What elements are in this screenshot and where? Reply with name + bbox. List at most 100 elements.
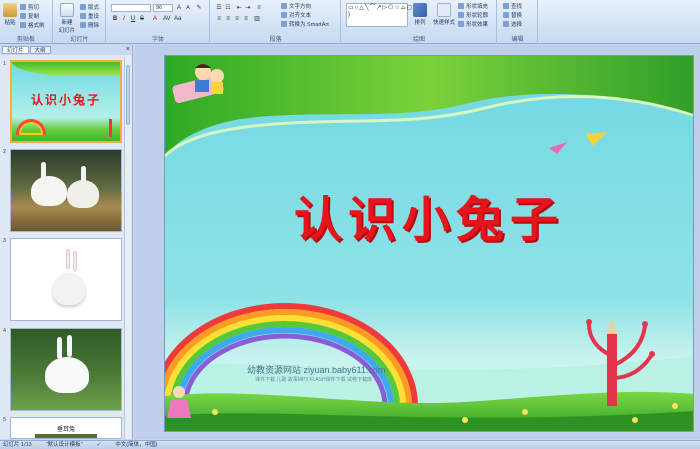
close-pane-icon[interactable]: × <box>126 46 130 54</box>
tab-outline[interactable]: 大纲 <box>29 46 51 54</box>
replace-button[interactable]: 替换 <box>503 11 522 19</box>
align-text-icon <box>281 12 287 18</box>
convert-smartart-button[interactable]: 转换为 SmartArt <box>281 20 329 28</box>
rabbit-shape <box>53 273 85 305</box>
text-direction-button[interactable]: 文字方向 <box>281 2 311 10</box>
ribbon: 粘贴 剪切 复制 格式刷 剪贴板 新建 幻灯片 版式 重设 删除 幻灯片 96 … <box>0 0 700 44</box>
font-group: 96 A A ✎ B I U S A AV Aa 字体 <box>107 0 210 44</box>
kid-head <box>210 69 224 83</box>
quick-styles-button[interactable]: 快速样式 <box>432 3 456 26</box>
find-button[interactable]: 查找 <box>503 2 522 10</box>
slides-scrollbar[interactable] <box>124 57 131 439</box>
change-case-button[interactable]: Aa <box>173 15 181 23</box>
slide-number: 4 <box>3 328 7 334</box>
editing-group: 查找 替换 选择 编辑 <box>498 0 538 44</box>
brush-icon <box>20 22 26 28</box>
format-painter-button[interactable]: 格式刷 <box>20 21 45 29</box>
line-spacing-button[interactable]: ≡ <box>255 4 263 12</box>
rabbit-ear <box>57 337 62 359</box>
watermark-sub: 课件下载 儿歌 故事MP3 FLASH课件下载 试卷下载库 <box>255 377 372 383</box>
rabbit-ear <box>41 162 46 180</box>
tab-slides[interactable]: 幻灯片 <box>2 46 29 54</box>
align-text-button[interactable]: 对齐文本 <box>281 11 311 19</box>
slide-canvas[interactable]: 认识小兔子 幼教资源网站 ziyuan.baby611.com 课件下载 儿歌 … <box>164 55 694 432</box>
arrange-button[interactable]: 排列 <box>412 3 428 26</box>
quick-styles-icon <box>437 3 451 17</box>
slide-thumbnail-3[interactable] <box>10 238 122 321</box>
columns-button[interactable]: ▥ <box>253 15 261 23</box>
paragraph-group-label: 段落 <box>269 37 282 43</box>
clipboard-group: 粘贴 剪切 复制 格式刷 剪贴板 <box>0 0 53 44</box>
scissors-icon <box>20 4 26 10</box>
thumb5-photo <box>35 434 97 438</box>
slide-thumbnail-2[interactable] <box>10 149 122 232</box>
replace-icon <box>503 12 509 18</box>
align-center-button[interactable]: ≡ <box>224 15 232 23</box>
font-color-button[interactable]: A <box>151 15 159 23</box>
slide-thumbnail-5[interactable]: 垂耳兔 <box>10 417 122 439</box>
editing-group-label: 编辑 <box>511 37 524 43</box>
font-group-label: 字体 <box>151 37 164 43</box>
decrease-indent-button[interactable]: ⇤ <box>235 4 243 12</box>
italic-button[interactable]: I <box>120 15 128 23</box>
reset-button[interactable]: 重设 <box>80 12 99 20</box>
spelling-icon[interactable]: ✓ <box>97 441 102 449</box>
rabbit-ear <box>81 166 86 184</box>
rabbit-ear <box>66 249 70 269</box>
justify-button[interactable]: ≡ <box>242 15 250 23</box>
underline-button[interactable]: U <box>129 15 137 23</box>
shape-outline-button[interactable]: 形状轮廓 <box>458 11 488 19</box>
slide-thumbnail-1[interactable]: 认识小兔子 <box>10 60 122 143</box>
bullets-button[interactable]: ☰ <box>215 4 223 12</box>
paragraph-group: ☰ ☷ ⇤ ⇥ ≡ ≡ ≡ ≡ ≡ ▥ 文字方向 对齐文本 转换为 SmartA… <box>211 0 341 44</box>
slide-number: 1 <box>3 61 7 67</box>
shape-effects-button[interactable]: 形状效果 <box>458 20 488 28</box>
shapes-gallery[interactable]: ▭○△╲⌒↗▷⬠☆⌓▢⬭{ } <box>346 3 421 27</box>
slides-group-label: 幻灯片 <box>70 37 89 43</box>
slides-group: 新建 幻灯片 版式 重设 删除 幻灯片 <box>54 0 106 44</box>
pen-icon <box>458 12 464 18</box>
layout-button[interactable]: 版式 <box>80 3 99 11</box>
new-slide-button[interactable]: 新建 幻灯片 <box>57 3 77 34</box>
new-slide-icon <box>60 3 74 17</box>
text-direction-icon <box>281 3 287 9</box>
char-spacing-button[interactable]: AV <box>162 15 171 23</box>
align-left-button[interactable]: ≡ <box>215 15 223 23</box>
language[interactable]: 中文(简体，中国) <box>115 441 157 449</box>
select-button[interactable]: 选择 <box>503 20 522 28</box>
girl-dress <box>167 399 191 418</box>
paint-bucket-icon <box>458 3 464 9</box>
thumb5-caption: 垂耳兔 <box>56 427 75 433</box>
shape-fill-button[interactable]: 形状填充 <box>458 2 488 10</box>
font-name-combo[interactable] <box>111 4 151 12</box>
align-right-button[interactable]: ≡ <box>233 15 241 23</box>
strike-button[interactable]: S <box>138 15 146 23</box>
bold-button[interactable]: B <box>111 15 119 23</box>
cut-button[interactable]: 剪切 <box>20 3 39 11</box>
girl-head <box>173 386 185 398</box>
thumb-title: 认识小兔子 <box>30 93 101 107</box>
rabbit-ear <box>67 335 72 357</box>
rabbit-shape <box>31 176 67 206</box>
scrollbar-thumb[interactable] <box>126 65 130 125</box>
slide-title[interactable]: 认识小兔子 <box>165 180 693 250</box>
status-bar: 幻灯片 1/13 "默认设计模板" ✓ 中文(简体，中国) <box>0 440 700 449</box>
slide-editor: 认识小兔子 幼教资源网站 ziyuan.baby611.com 课件下载 儿歌 … <box>135 45 700 439</box>
delete-icon <box>80 22 86 28</box>
arrange-icon <box>413 3 427 17</box>
copy-icon <box>20 13 26 19</box>
clipboard-group-label: 剪贴板 <box>16 37 35 43</box>
font-size-combo[interactable]: 96 <box>153 4 173 12</box>
paste-button[interactable]: 粘贴 <box>3 3 17 26</box>
shrink-font-button[interactable]: A <box>184 4 192 12</box>
clear-format-button[interactable]: ✎ <box>195 4 203 12</box>
increase-indent-button[interactable]: ⇥ <box>244 4 252 12</box>
rabbit-shape <box>67 180 99 208</box>
delete-button[interactable]: 删除 <box>80 21 99 29</box>
numbering-button[interactable]: ☷ <box>224 4 232 12</box>
grow-font-button[interactable]: A <box>175 4 183 12</box>
copy-button[interactable]: 复制 <box>20 12 39 20</box>
find-icon <box>503 3 509 9</box>
slide-thumbnail-4[interactable] <box>10 328 122 411</box>
kid-body <box>211 82 223 94</box>
